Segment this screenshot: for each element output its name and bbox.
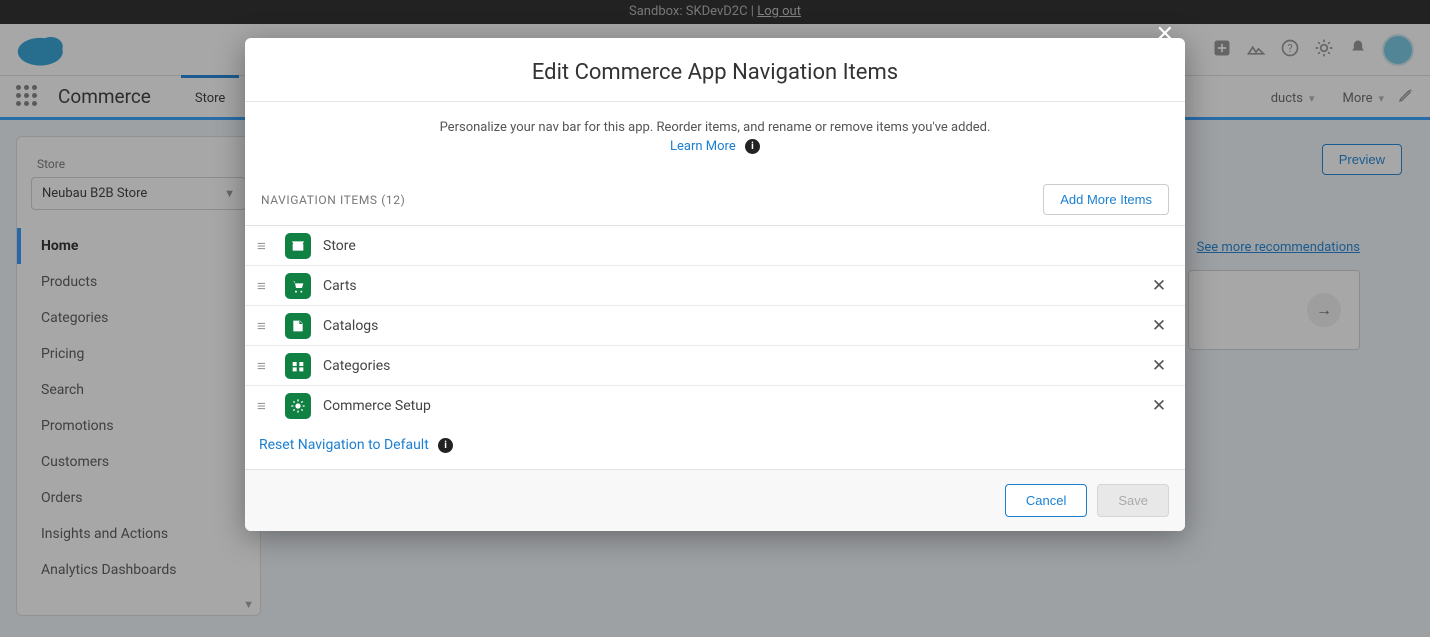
catalog-icon — [285, 313, 311, 339]
cart-icon — [285, 273, 311, 299]
nav-item-label: Commerce Setup — [323, 398, 1149, 414]
nav-item-row[interactable]: Store — [245, 226, 1185, 266]
nav-item-label: Catalogs — [323, 318, 1149, 334]
nav-item-row[interactable]: Carts ✕ — [245, 266, 1185, 306]
nav-item-label: Store — [323, 238, 1169, 254]
modal-title: Edit Commerce App Navigation Items — [245, 38, 1185, 101]
save-button[interactable]: Save — [1097, 484, 1169, 517]
drag-handle-icon[interactable] — [257, 357, 273, 375]
remove-item-icon[interactable]: ✕ — [1149, 276, 1169, 296]
drag-handle-icon[interactable] — [257, 237, 273, 255]
modal-footer: Cancel Save — [245, 469, 1185, 531]
drag-handle-icon[interactable] — [257, 277, 273, 295]
setup-gear-icon — [285, 393, 311, 419]
remove-item-icon[interactable]: ✕ — [1149, 316, 1169, 336]
nav-item-row[interactable]: Catalogs ✕ — [245, 306, 1185, 346]
add-more-items-button[interactable]: Add More Items — [1043, 184, 1169, 215]
reset-nav-link[interactable]: Reset Navigation to Default — [259, 437, 429, 453]
learn-more-link[interactable]: Learn More — [670, 139, 736, 154]
cancel-button[interactable]: Cancel — [1005, 484, 1087, 517]
nav-item-list: Store Carts ✕ Catalogs ✕ Categories ✕ Co… — [245, 225, 1185, 423]
drag-handle-icon[interactable] — [257, 397, 273, 415]
nav-section-header: NAVIGATION ITEMS (12) Add More Items — [245, 170, 1185, 225]
close-icon[interactable]: ✕ — [1156, 22, 1174, 47]
remove-item-icon[interactable]: ✕ — [1149, 396, 1169, 416]
nav-item-label: Categories — [323, 358, 1149, 374]
reset-row: Reset Navigation to Default i — [245, 423, 1185, 469]
info-icon[interactable]: i — [438, 438, 453, 453]
learn-more-row: Learn More i — [245, 139, 1185, 170]
drag-handle-icon[interactable] — [257, 317, 273, 335]
edit-nav-modal: Edit Commerce App Navigation Items Perso… — [245, 38, 1185, 531]
nav-item-row[interactable]: Commerce Setup ✕ — [245, 386, 1185, 423]
remove-item-icon[interactable]: ✕ — [1149, 356, 1169, 376]
category-icon — [285, 353, 311, 379]
nav-item-row[interactable]: Categories ✕ — [245, 346, 1185, 386]
store-icon — [285, 233, 311, 259]
nav-item-label: Carts — [323, 278, 1149, 294]
nav-items-count-label: NAVIGATION ITEMS (12) — [261, 193, 405, 207]
modal-subtitle: Personalize your nav bar for this app. R… — [245, 101, 1185, 139]
info-icon[interactable]: i — [745, 139, 760, 154]
